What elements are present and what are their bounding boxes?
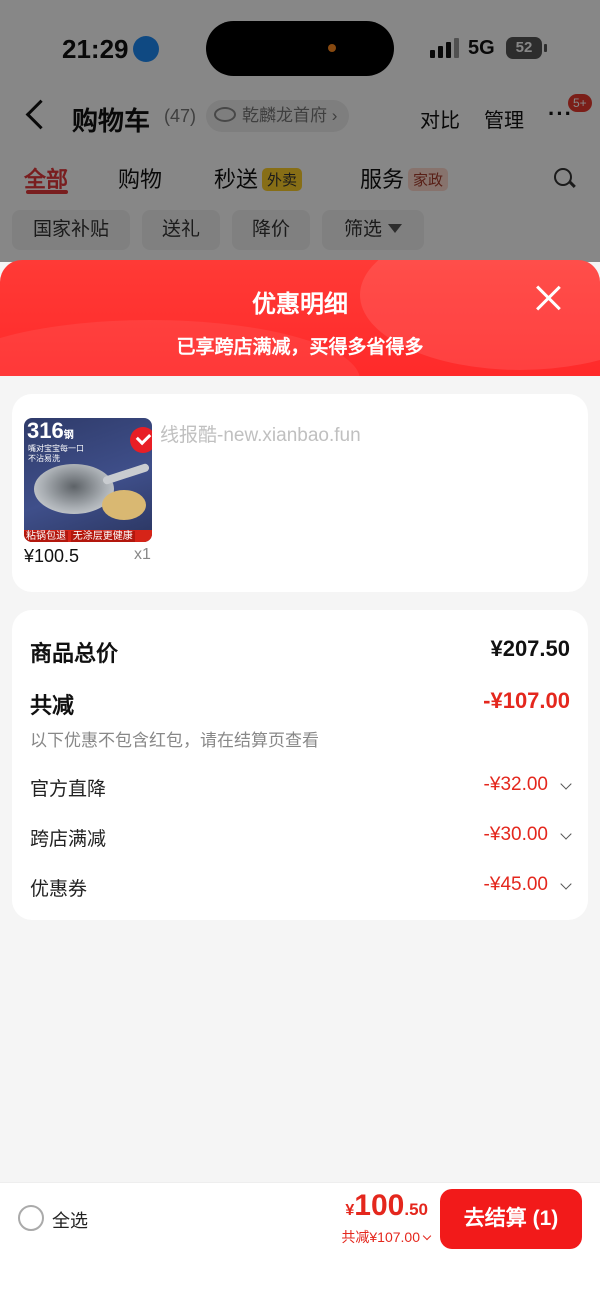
total-amount: ¥100.50: [345, 1189, 428, 1223]
discount-sheet-header: 优惠明细 已享跨店满减，买得多省得多: [0, 260, 600, 376]
total-discount-value: -¥107.00: [483, 688, 570, 713]
discount-value: -¥30.00: [483, 824, 548, 845]
product-card: 316钢 嘴对宝宝每一口 不沾易洗 粘锅包退 无涂层更健康 线报酷-new.xi…: [12, 394, 588, 592]
chevron-down-icon: [560, 878, 572, 890]
amount-decimal: .50: [404, 1200, 428, 1219]
sheet-title: 优惠明细: [252, 291, 348, 318]
selected-check-icon[interactable]: [130, 427, 152, 453]
thumb-line2: 不沾易洗: [28, 454, 60, 463]
discount-summary-text: 共减¥107.00: [341, 1229, 420, 1245]
home-indicator-area: [0, 1254, 600, 1304]
checkout-button[interactable]: 去结算 (1): [440, 1189, 582, 1249]
thumb-badge: 316钢: [27, 418, 74, 443]
product-price: ¥100.5: [24, 546, 80, 566]
currency-symbol: ¥: [345, 1202, 355, 1219]
modal-overlay[interactable]: [0, 0, 600, 262]
discount-summary-card: 商品总价 ¥207.50 共减 -¥107.00 以下优惠不包含红包，请在结算页…: [12, 610, 588, 920]
thumb-banner: 粘锅包退 无涂层更健康: [24, 530, 152, 542]
total-discount-label: 共减: [30, 693, 75, 718]
chevron-down-icon: [422, 1231, 432, 1241]
total-price-value: ¥207.50: [490, 636, 570, 661]
checkout-bar: 全选 ¥100.50 共减¥107.00 去结算 (1): [0, 1182, 600, 1255]
product-thumbnail[interactable]: 316钢 嘴对宝宝每一口 不沾易洗 粘锅包退 无涂层更健康: [24, 418, 152, 542]
chevron-down-icon: [560, 778, 572, 790]
chevron-down-icon: [560, 828, 572, 840]
discount-value: -¥45.00: [483, 874, 548, 895]
discount-label: 跨店满减: [30, 829, 107, 850]
amount-integer: 100: [354, 1189, 405, 1222]
product-quantity: x1: [134, 546, 151, 563]
close-icon[interactable]: [534, 284, 562, 312]
total-price-label: 商品总价: [30, 641, 119, 666]
select-all-label[interactable]: 全选: [52, 1207, 88, 1233]
sheet-subtitle: 已享跨店满减，买得多省得多: [176, 337, 424, 358]
select-all-radio[interactable]: [18, 1205, 44, 1231]
discount-label: 优惠券: [30, 879, 88, 900]
watermark-text: 线报酷-new.xianbao.fun: [160, 425, 361, 446]
discount-value: -¥32.00: [483, 774, 548, 795]
discount-detail-toggle[interactable]: 共减¥107.00: [341, 1227, 432, 1247]
discount-note: 以下优惠不包含红包，请在结算页查看: [30, 731, 319, 750]
discount-label: 官方直降: [30, 779, 107, 800]
